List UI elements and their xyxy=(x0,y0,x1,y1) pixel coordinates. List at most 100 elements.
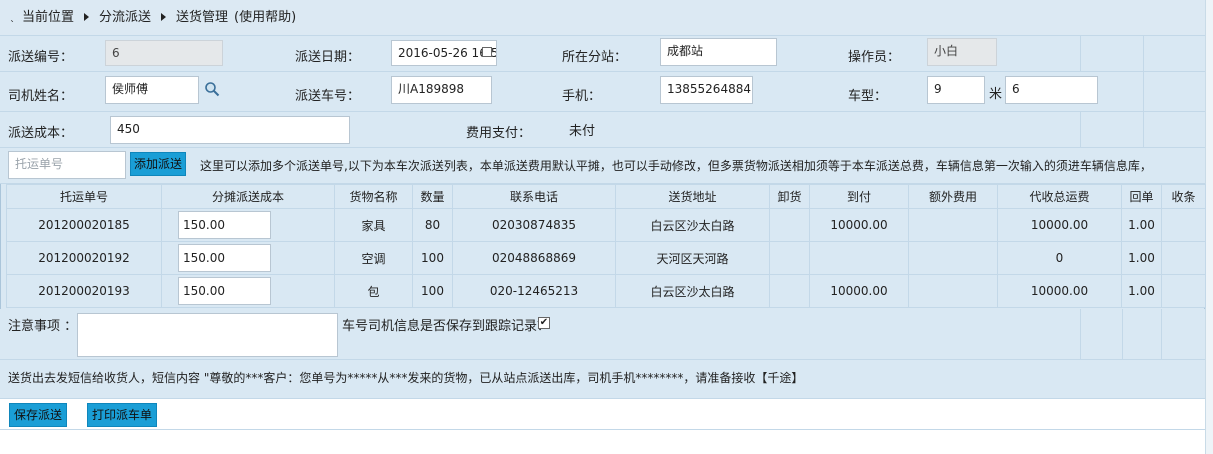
cost-share-input[interactable]: 150.00 xyxy=(178,211,271,239)
col-header-goods: 货物名称 xyxy=(334,184,413,209)
vehicle-label: 派送车号： xyxy=(295,89,361,104)
phone-field[interactable]: 13855264884 xyxy=(660,76,753,104)
car-type-separator: 米 xyxy=(989,87,1003,102)
calendar-icon[interactable] xyxy=(482,47,492,57)
cell-cost: 150.00 xyxy=(161,274,335,308)
branch-field[interactable]: 成都站 xyxy=(660,38,777,66)
cell-phone: 02048868869 xyxy=(452,241,616,275)
cell-slip xyxy=(1161,241,1206,275)
cell-phone: 020-12465213 xyxy=(452,274,616,308)
cost-share-input[interactable]: 150.00 xyxy=(178,244,271,272)
dispatch-no-field: 6 xyxy=(105,40,223,66)
grid-divider xyxy=(1161,309,1162,359)
col-header-waybill: 托运单号 xyxy=(6,184,162,209)
add-dispatch-button[interactable]: 添加派送 xyxy=(130,152,186,176)
payment-label: 费用支付： xyxy=(466,126,532,141)
phone-label: 手机： xyxy=(562,89,602,104)
vehicle-field[interactable]: 川A189898 xyxy=(391,76,492,104)
cell-cod: 10000.00 xyxy=(809,208,909,242)
grid-divider xyxy=(1143,36,1144,71)
driver-field[interactable]: 侯师傅 xyxy=(105,76,199,104)
notes-row: 注意事项 ： 车号司机信息是否保存到跟踪记录？ ✔ xyxy=(0,309,1205,360)
payment-value: 未付 xyxy=(569,124,596,139)
operator-label: 操作员： xyxy=(848,50,901,65)
cell-cost: 150.00 xyxy=(161,241,335,275)
cell-extra xyxy=(908,274,998,308)
cost-field[interactable]: 450 xyxy=(110,116,350,144)
help-link[interactable]: (使用帮助) xyxy=(234,10,296,25)
col-header-collect: 代收总运费 xyxy=(997,184,1122,209)
notes-textarea[interactable] xyxy=(77,313,338,357)
car-type-size-field[interactable]: 6 xyxy=(1005,76,1098,104)
form-row-1: 派送编号： 6 派送日期： 2016-05-26 16:5 所在分站： 成都站 … xyxy=(0,36,1205,72)
dispatch-date-label: 派送日期： xyxy=(295,50,361,65)
branch-label: 所在分站： xyxy=(562,50,628,65)
cell-receipt: 1.00 xyxy=(1121,208,1162,242)
cell-address: 白云区沙太白路 xyxy=(615,208,770,242)
col-header-qty: 数量 xyxy=(412,184,453,209)
dispatch-table: 托运单号 分摊派送成本 货物名称 数量 联系电话 送货地址 卸货 到付 额外费用… xyxy=(6,184,1206,308)
col-header-phone: 联系电话 xyxy=(452,184,616,209)
col-header-receipt: 回单 xyxy=(1121,184,1162,209)
arrow-right-icon xyxy=(84,13,90,21)
cell-qty: 100 xyxy=(412,241,453,275)
print-dispatch-button[interactable]: 打印派车单 xyxy=(87,403,157,427)
cell-slip xyxy=(1161,274,1206,308)
cell-unload xyxy=(769,274,810,308)
table-row[interactable]: 201200020192 150.00 空调 100 02048868869 天… xyxy=(6,241,1206,275)
cell-waybill: 201200020193 xyxy=(6,274,162,308)
grid-divider xyxy=(1143,112,1144,147)
cell-extra xyxy=(908,208,998,242)
breadcrumb-dispatch[interactable]: 分流派送 xyxy=(99,10,151,25)
table-row[interactable]: 201200020193 150.00 包 100 020-12465213 白… xyxy=(6,274,1206,308)
cell-cod xyxy=(809,241,909,275)
cell-waybill: 201200020185 xyxy=(6,208,162,242)
grid-divider xyxy=(1080,112,1081,147)
cell-cod: 10000.00 xyxy=(809,274,909,308)
save-driver-label: 车号司机信息是否保存到跟踪记录？ xyxy=(342,319,551,334)
grid-divider xyxy=(1080,36,1081,71)
breadcrumb-delivery-management[interactable]: 送货管理 xyxy=(176,10,228,25)
cell-cost: 150.00 xyxy=(161,208,335,242)
cell-slip xyxy=(1161,208,1206,242)
dispatch-no-label: 派送编号： xyxy=(8,50,74,65)
notes-label: 注意事项 ： xyxy=(8,319,78,334)
search-icon[interactable] xyxy=(204,81,220,97)
add-waybill-row: 托运单号 添加派送 这里可以添加多个派送单号,以下为本车次派送列表，本单派送费用… xyxy=(0,148,1205,184)
vertical-scrollbar[interactable] xyxy=(1205,0,1213,454)
cell-unload xyxy=(769,208,810,242)
col-header-address: 送货地址 xyxy=(615,184,770,209)
cell-collect: 10000.00 xyxy=(997,274,1122,308)
grid-divider xyxy=(1143,72,1144,111)
save-driver-checkbox[interactable]: ✔ xyxy=(538,317,550,329)
table-header-row: 托运单号 分摊派送成本 货物名称 数量 联系电话 送货地址 卸货 到付 额外费用… xyxy=(6,184,1206,209)
cost-label: 派送成本： xyxy=(8,126,74,141)
sms-text: 送货出去发短信给收货人，短信内容 "尊敬的***客户：您单号为*****从***… xyxy=(8,371,804,385)
car-type-length-field[interactable]: 9 xyxy=(927,76,985,104)
operator-field: 小白 xyxy=(927,38,997,66)
divider xyxy=(0,429,1205,430)
cell-goods: 包 xyxy=(334,274,413,308)
cell-address: 白云区沙太白路 xyxy=(615,274,770,308)
cell-collect: 0 xyxy=(997,241,1122,275)
form-row-2: 司机姓名： 侯师傅 派送车号： 川A189898 手机： 13855264884… xyxy=(0,72,1205,112)
cost-share-input[interactable]: 150.00 xyxy=(178,277,271,305)
car-type-label: 车型： xyxy=(848,89,888,104)
cell-qty: 100 xyxy=(412,274,453,308)
col-header-cod: 到付 xyxy=(809,184,909,209)
cell-goods: 空调 xyxy=(334,241,413,275)
waybill-input[interactable]: 托运单号 xyxy=(8,151,126,179)
cell-goods: 家具 xyxy=(334,208,413,242)
breadcrumb-current-location: 当前位置 xyxy=(22,10,75,25)
cell-address: 天河区天河路 xyxy=(615,241,770,275)
cell-receipt: 1.00 xyxy=(1121,274,1162,308)
cell-unload xyxy=(769,241,810,275)
cell-waybill: 201200020192 xyxy=(6,241,162,275)
save-dispatch-button[interactable]: 保存派送 xyxy=(9,403,67,427)
table-row[interactable]: 201200020185 150.00 家具 80 02030874835 白云… xyxy=(6,208,1206,242)
cell-collect: 10000.00 xyxy=(997,208,1122,242)
arrow-right-icon xyxy=(161,13,167,21)
add-hint-text: 这里可以添加多个派送单号,以下为本车次派送列表，本单派送费用默认平摊，也可以手动… xyxy=(200,159,1152,173)
cell-receipt: 1.00 xyxy=(1121,241,1162,275)
col-header-cost-share: 分摊派送成本 xyxy=(161,184,335,209)
